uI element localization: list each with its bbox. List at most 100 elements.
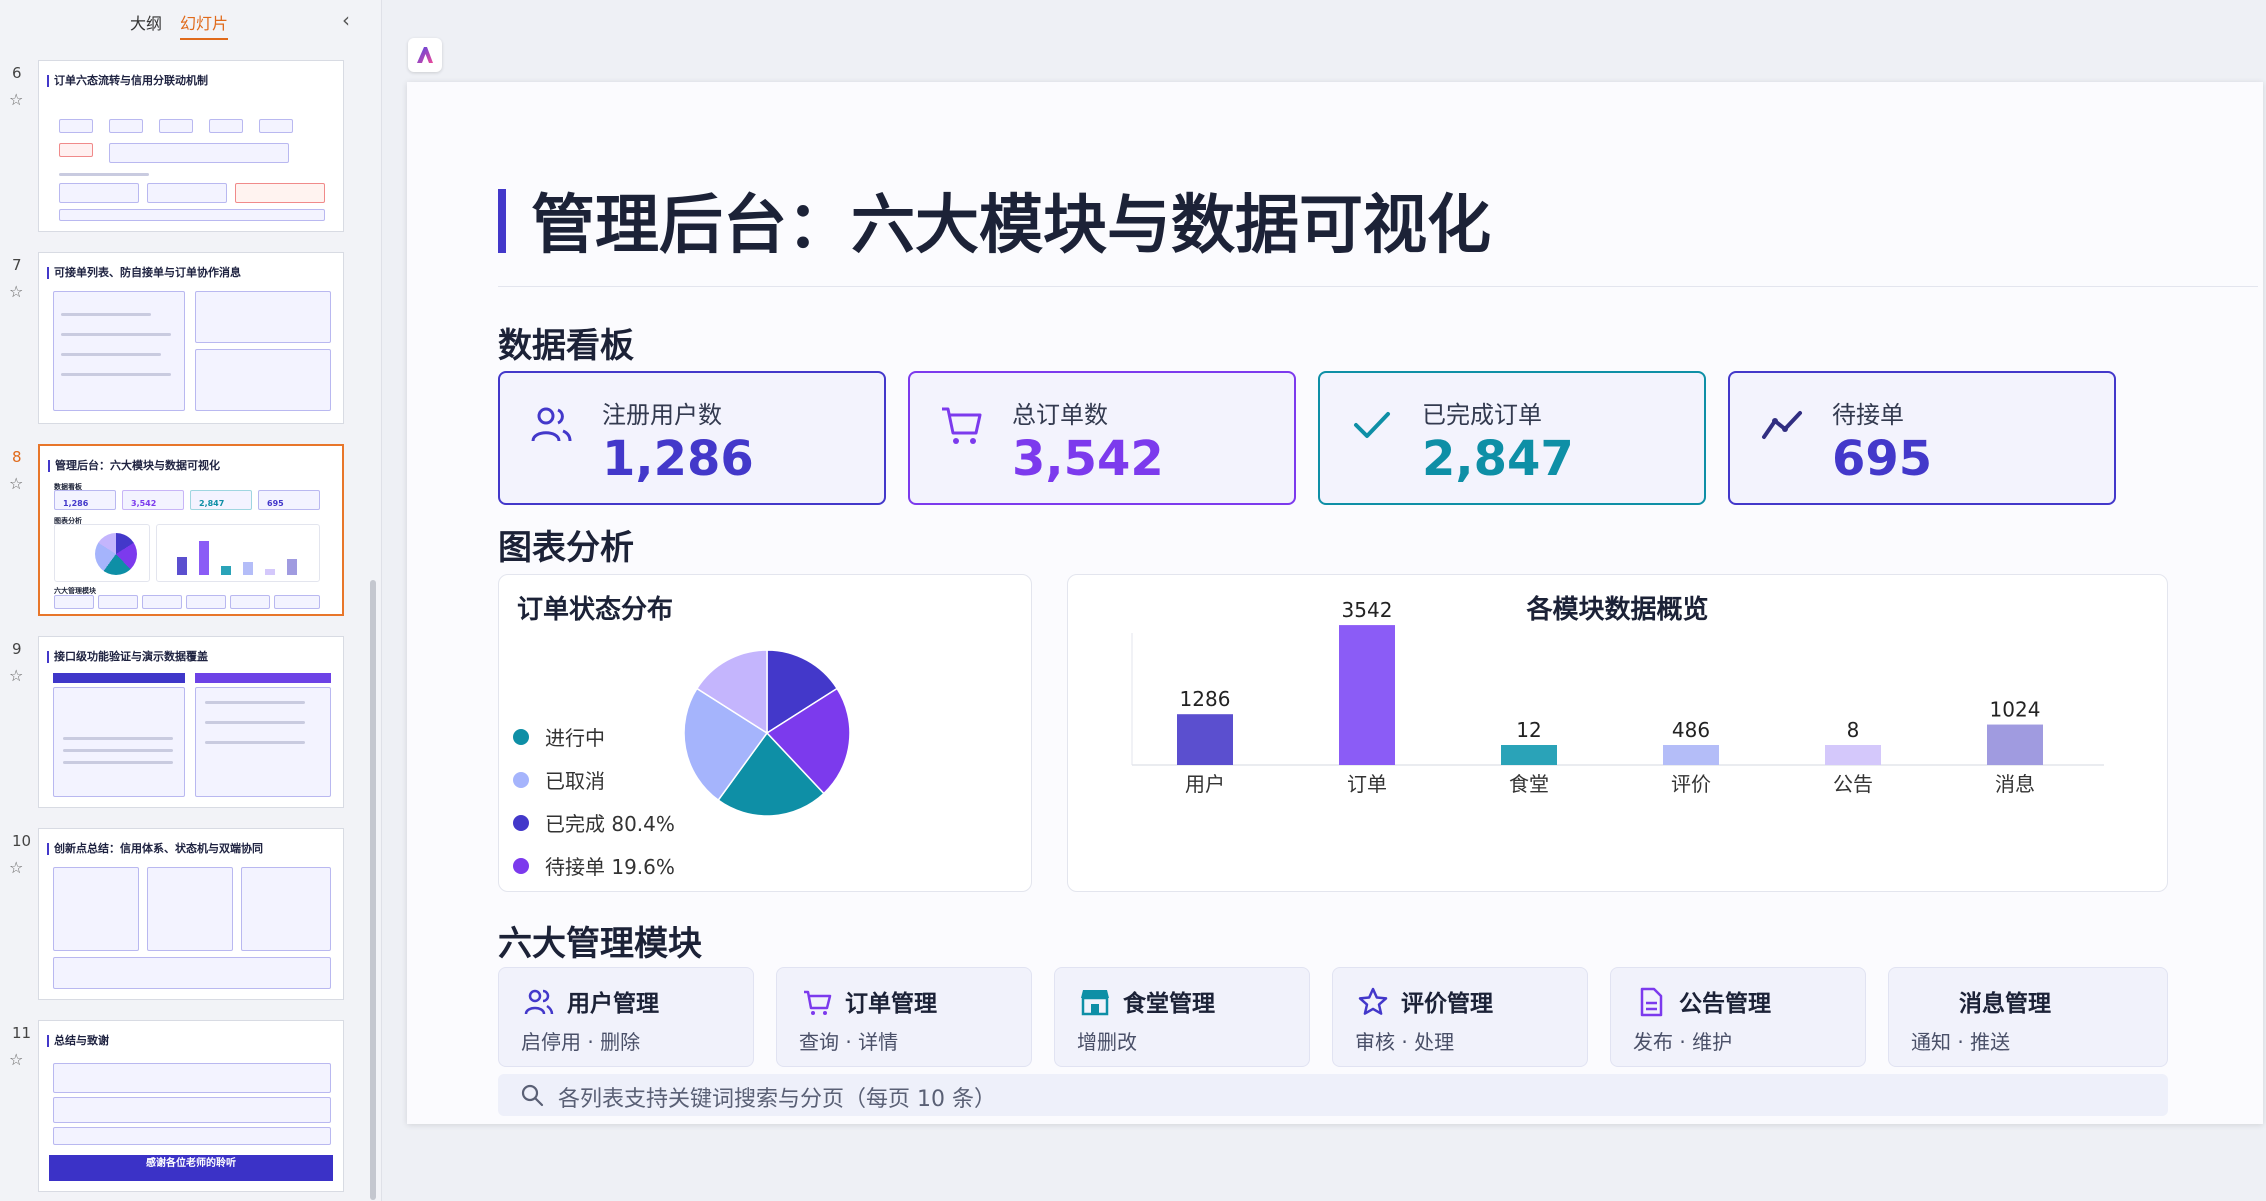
slide-thumbnail-row: 6 ☆ 订单六态流转与信用分联动机制 <box>0 60 360 236</box>
thumb-node <box>59 143 93 157</box>
bar-chart: 1286 用户 3542 订单 12 食堂 486 评价 8 公告 1024 消息 <box>1131 598 2104 796</box>
data-label: 486 <box>1672 718 1710 742</box>
thumbnail-title: 创新点总结：信用体系、状态机与双端协同 <box>47 843 263 855</box>
module-name: 订单管理 <box>845 991 937 1017</box>
thumb-text <box>63 761 173 764</box>
tab-outline[interactable]: 大纲 <box>130 10 162 40</box>
module-card-messages[interactable]: 消息管理 通知 · 推送 <box>1888 967 2168 1067</box>
tick-label: 消息 <box>1995 772 2035 796</box>
thumbnail-title: 可接单列表、防自接单与订单协作消息 <box>47 267 241 279</box>
thumb-note <box>109 143 289 163</box>
star-icon[interactable]: ☆ <box>9 1050 23 1069</box>
star-icon[interactable]: ☆ <box>9 666 23 685</box>
check-icon <box>1354 412 1390 438</box>
thumb-node <box>59 119 93 133</box>
module-card-announcements[interactable]: 公告管理 发布 · 维护 <box>1610 967 1866 1067</box>
thumbnail-title: 管理后台：六大模块与数据可视化 <box>48 460 220 472</box>
collapse-panel-icon[interactable]: ‹ <box>342 8 350 32</box>
title-accent-bar <box>498 189 506 253</box>
thumb-node <box>209 119 243 133</box>
data-label: 3542 <box>1342 598 1393 622</box>
app-logo-icon[interactable] <box>408 38 442 72</box>
thumb-thanks-band: 感谢各位老师的聆听 <box>49 1155 333 1181</box>
stat-label: 待接单 <box>1832 401 1904 429</box>
thumb-block <box>59 209 325 221</box>
slide-number: 9 <box>12 640 22 658</box>
thumb-block <box>195 291 331 343</box>
slide-number: 6 <box>12 64 22 82</box>
slide-thumbnail-7[interactable]: 可接单列表、防自接单与订单协作消息 <box>38 252 344 424</box>
slide-thumbnail-row: 8 ☆ 管理后台：六大模块与数据可视化 数据看板 1,286 3,542 2,8… <box>0 444 360 620</box>
module-desc: 通知 · 推送 <box>1911 1030 2011 1054</box>
thumb-text <box>205 721 305 724</box>
thumb-header <box>53 673 185 683</box>
bar <box>1501 745 1557 765</box>
star-icon[interactable]: ☆ <box>9 858 23 877</box>
section-heading-dashboard: 数据看板 <box>498 326 634 366</box>
thumb-block <box>53 957 331 989</box>
slide-thumbnail-8[interactable]: 管理后台：六大模块与数据可视化 数据看板 1,286 3,542 2,847 6… <box>38 444 344 616</box>
thumb-text <box>61 353 161 356</box>
thumb-block <box>195 349 331 411</box>
module-name: 食堂管理 <box>1123 991 1215 1017</box>
slide-thumbnail-11[interactable]: 总结与致谢 感谢各位老师的聆听 <box>38 1020 344 1192</box>
thumb-block <box>241 867 331 951</box>
module-desc: 启停用 · 删除 <box>521 1030 641 1054</box>
thumb-block <box>147 183 227 203</box>
tick-label: 公告 <box>1833 772 1873 796</box>
thumb-bar <box>265 569 275 575</box>
section-heading-modules: 六大管理模块 <box>498 924 702 964</box>
stat-value: 1,286 <box>602 431 754 487</box>
stat-label: 已完成订单 <box>1422 401 1542 429</box>
thumb-block <box>53 1097 331 1123</box>
module-card-canteen[interactable]: 食堂管理 增删改 <box>1054 967 1310 1067</box>
slide-thumbnail-row: 9 ☆ 接口级功能验证与演示数据覆盖 <box>0 636 360 812</box>
stat-card-completed: 已完成订单 2,847 <box>1318 371 1706 505</box>
slide-thumbnail-row: 7 ☆ 可接单列表、防自接单与订单协作消息 <box>0 252 360 428</box>
editor-canvas: 管理后台：六大模块与数据可视化 数据看板 注册用户数 1,286 总订单数 3,… <box>384 0 2266 1201</box>
slide-thumbnail-6[interactable]: 订单六态流转与信用分联动机制 <box>38 60 344 232</box>
thumb-module <box>98 595 138 609</box>
thumb-bar <box>199 541 209 575</box>
thumb-text <box>63 737 173 740</box>
star-icon[interactable]: ☆ <box>9 90 23 109</box>
stat-card-pending: 待接单 695 <box>1728 371 2116 505</box>
slide-number: 7 <box>12 256 22 274</box>
thumb-bar <box>221 566 231 575</box>
thumb-bar-panel <box>156 524 320 582</box>
search-note-bar: 各列表支持关键词搜索与分页（每页 10 条） <box>498 1074 2168 1116</box>
bar <box>1825 745 1881 765</box>
thumb-text <box>61 373 171 376</box>
thumb-block <box>53 1127 331 1145</box>
module-card-orders[interactable]: 订单管理 查询 · 详情 <box>776 967 1032 1067</box>
stat-card-users: 注册用户数 1,286 <box>498 371 886 505</box>
thumb-pie <box>95 533 137 575</box>
star-icon[interactable]: ☆ <box>9 474 23 493</box>
store-icon <box>1081 990 1109 1016</box>
star-icon <box>1358 987 1388 1015</box>
slide-thumbnail-row: 10 ☆ 创新点总结：信用体系、状态机与双端协同 <box>0 828 360 1004</box>
thumb-module <box>230 595 270 609</box>
thumb-block <box>53 291 185 411</box>
module-card-reviews[interactable]: 评价管理 审核 · 处理 <box>1332 967 1588 1067</box>
data-label: 1024 <box>1990 698 2041 722</box>
slide-thumbnail-9[interactable]: 接口级功能验证与演示数据覆盖 <box>38 636 344 808</box>
module-desc: 增删改 <box>1077 1030 1137 1054</box>
search-icon <box>521 1084 544 1107</box>
thumb-block <box>53 867 139 951</box>
star-icon[interactable]: ☆ <box>9 282 23 301</box>
stat-card-orders: 总订单数 3,542 <box>908 371 1296 505</box>
thumbnail-title: 接口级功能验证与演示数据覆盖 <box>47 651 208 663</box>
bar <box>1339 625 1395 765</box>
thumb-text <box>61 313 151 316</box>
slide-thumbnail-10[interactable]: 创新点总结：信用体系、状态机与双端协同 <box>38 828 344 1000</box>
bar-chart-panel: 各模块数据概览 1286 用户 3542 订单 12 食堂 486 评价 8 公告 1024 消息 <box>1067 574 2168 892</box>
thumb-node <box>259 119 293 133</box>
slide-8[interactable]: 管理后台：六大模块与数据可视化 数据看板 注册用户数 1,286 总订单数 3,… <box>407 82 2263 1124</box>
panel-scrollbar[interactable] <box>370 580 376 1200</box>
tab-slides[interactable]: 幻灯片 <box>180 10 229 40</box>
trend-icon <box>1762 411 1802 439</box>
module-card-users[interactable]: 用户管理 启停用 · 删除 <box>498 967 754 1067</box>
section-heading-charts: 图表分析 <box>498 528 634 568</box>
thumb-node <box>159 119 193 133</box>
